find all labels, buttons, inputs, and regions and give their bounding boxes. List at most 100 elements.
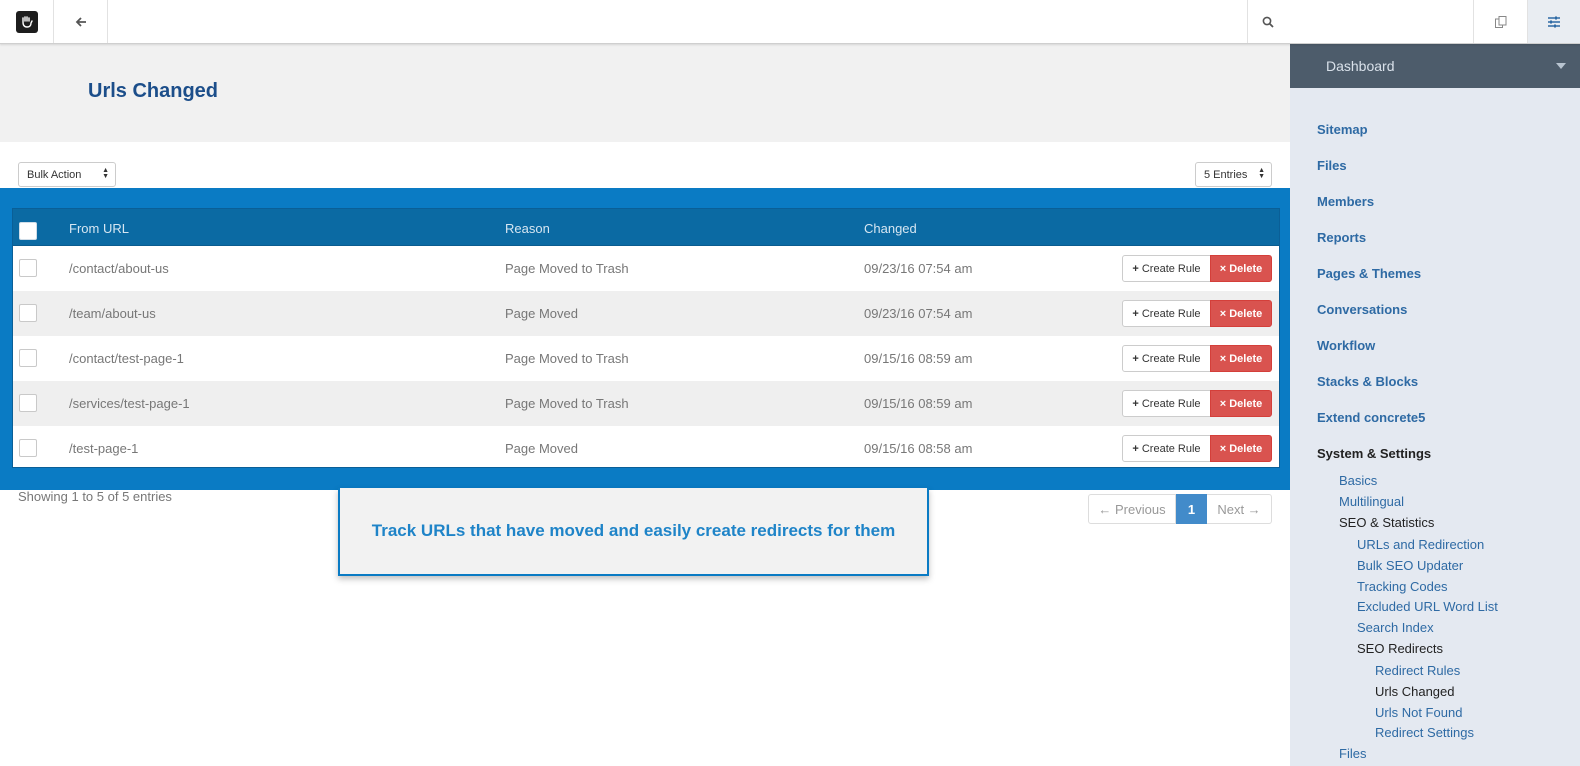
copy-pages-icon [1494,15,1506,28]
create-rule-label: Create Rule [1141,262,1201,275]
next-page-button[interactable]: Next → [1207,494,1272,524]
close-icon: × [1219,307,1227,320]
concrete5-logo-icon [15,10,38,33]
delete-button[interactable]: × Delete [1210,390,1272,417]
changed-cell: 09/15/16 08:58 am [864,441,973,456]
close-icon: × [1219,442,1227,455]
nav-pages-themes[interactable]: Pages & Themes [1317,266,1421,281]
bulk-action-select[interactable]: Bulk Action ▲ ▼ [18,162,116,187]
create-rule-button[interactable]: + Create Rule [1122,435,1211,462]
row-checkbox[interactable] [19,394,37,412]
delete-label: Delete [1229,352,1263,365]
nav-redirect-settings[interactable]: Redirect Settings [1375,725,1474,740]
reason-cell: Page Moved [505,441,578,456]
create-rule-button[interactable]: + Create Rule [1122,255,1211,282]
top-toolbar [0,0,1580,44]
search-button[interactable] [1247,0,1473,43]
delete-label: Delete [1229,262,1263,275]
nav-multilingual[interactable]: Multilingual [1339,494,1404,509]
nav-extend-concrete5[interactable]: Extend concrete5 [1317,410,1425,425]
nav-system-settings[interactable]: System & Settings [1317,446,1431,461]
nav-urls-redirection[interactable]: URLs and Redirection [1357,537,1484,552]
nav-system-files[interactable]: Files [1339,746,1366,761]
reason-cell: Page Moved to Trash [505,396,629,411]
plus-icon: + [1132,397,1139,410]
callout-text: Track URLs that have moved and easily cr… [371,521,896,540]
delete-button[interactable]: × Delete [1210,345,1272,372]
create-rule-label: Create Rule [1141,442,1201,455]
nav-basics[interactable]: Basics [1339,473,1377,488]
caret-down-icon [1556,63,1566,69]
delete-button[interactable]: × Delete [1210,255,1272,282]
entries-select[interactable]: 5 Entries ▲ ▼ [1195,162,1272,187]
pages-button[interactable] [1473,0,1527,43]
nav-redirect-rules[interactable]: Redirect Rules [1375,663,1460,678]
create-rule-button[interactable]: + Create Rule [1122,300,1211,327]
create-rule-button[interactable]: + Create Rule [1122,390,1211,417]
nav-seo-redirects[interactable]: SEO Redirects [1357,641,1443,656]
create-rule-label: Create Rule [1141,352,1201,365]
showing-entries-text: Showing 1 to 5 of 5 entries [18,489,172,504]
create-rule-label: Create Rule [1141,397,1201,410]
from-url-cell: /contact/about-us [69,261,169,276]
delete-button[interactable]: × Delete [1210,300,1272,327]
nav-sitemap[interactable]: Sitemap [1317,122,1368,137]
plus-icon: + [1132,442,1139,455]
changed-cell: 09/23/16 07:54 am [864,306,973,321]
dashboard-title: Dashboard [1326,58,1395,74]
reason-cell: Page Moved to Trash [505,351,629,366]
nav-seo-statistics[interactable]: SEO & Statistics [1339,515,1434,530]
entries-label: 5 Entries [1204,168,1248,181]
logo-button[interactable] [0,0,54,43]
back-button[interactable] [54,0,108,43]
nav-stacks-blocks[interactable]: Stacks & Blocks [1317,374,1418,389]
dashboard-dropdown[interactable]: Dashboard [1290,44,1580,88]
nav-workflow[interactable]: Workflow [1317,338,1375,353]
nav-reports[interactable]: Reports [1317,230,1366,245]
table-header: From URL Reason Changed [13,209,1279,246]
create-rule-button[interactable]: + Create Rule [1122,345,1211,372]
table-row: /test-page-1 Page Moved 09/15/16 08:58 a… [13,426,1279,471]
table-row: /contact/test-page-1 Page Moved to Trash… [13,336,1279,381]
close-icon: × [1219,352,1227,365]
from-url-cell: /services/test-page-1 [69,396,190,411]
plus-icon: + [1132,262,1139,275]
column-reason[interactable]: Reason [505,221,550,236]
nav-bulk-seo-updater[interactable]: Bulk SEO Updater [1357,558,1463,573]
row-checkbox[interactable] [19,259,37,277]
from-url-cell: /team/about-us [69,306,156,321]
nav-tracking-codes[interactable]: Tracking Codes [1357,579,1448,594]
changed-cell: 09/15/16 08:59 am [864,351,973,366]
search-icon [1262,16,1274,28]
create-rule-label: Create Rule [1141,307,1201,320]
nav-urls-not-found[interactable]: Urls Not Found [1375,705,1462,720]
table-row: /contact/about-us Page Moved to Trash 09… [13,246,1279,291]
delete-label: Delete [1229,397,1263,410]
column-changed[interactable]: Changed [864,221,917,236]
page-1-button[interactable]: 1 [1176,494,1207,524]
row-checkbox[interactable] [19,439,37,457]
previous-page-button[interactable]: ← Previous [1088,494,1176,524]
plus-icon: + [1132,352,1139,365]
settings-button[interactable] [1527,0,1580,43]
from-url-cell: /contact/test-page-1 [69,351,184,366]
select-arrows-icon: ▲ ▼ [102,167,109,180]
row-checkbox[interactable] [19,349,37,367]
nav-conversations[interactable]: Conversations [1317,302,1407,317]
select-all-checkbox[interactable] [19,222,37,240]
table-row: /team/about-us Page Moved 09/23/16 07:54… [13,291,1279,336]
nav-search-index[interactable]: Search Index [1357,620,1434,635]
nav-excluded-url-word-list[interactable]: Excluded URL Word List [1357,599,1498,614]
delete-label: Delete [1229,307,1263,320]
arrow-left-icon [75,16,86,27]
nav-urls-changed[interactable]: Urls Changed [1375,684,1455,699]
nav-files[interactable]: Files [1317,158,1347,173]
row-checkbox[interactable] [19,304,37,322]
table-row: /services/test-page-1 Page Moved to Tras… [13,381,1279,426]
sliders-icon [1548,16,1560,27]
nav-members[interactable]: Members [1317,194,1374,209]
delete-button[interactable]: × Delete [1210,435,1272,462]
bulk-action-label: Bulk Action [27,168,82,181]
reason-cell: Page Moved [505,306,578,321]
column-from-url[interactable]: From URL [69,221,129,236]
